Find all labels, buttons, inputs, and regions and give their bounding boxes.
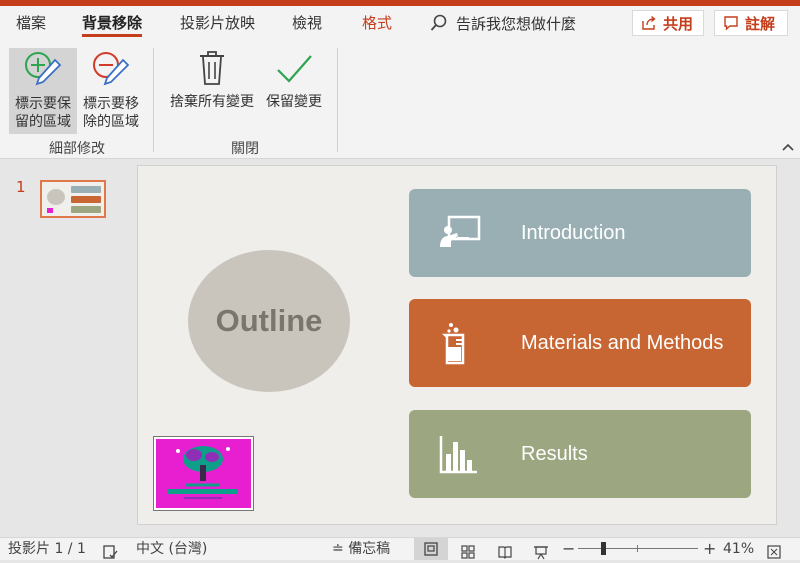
group-separator xyxy=(337,48,338,152)
slide-thumbnail[interactable] xyxy=(40,180,106,218)
share-label: 共用 xyxy=(663,14,694,33)
search-icon xyxy=(430,14,447,31)
thumbnail-preview xyxy=(47,186,101,213)
notes-label: 備忘稿 xyxy=(348,541,391,557)
comments-label: 註解 xyxy=(745,14,776,33)
normal-view-button[interactable] xyxy=(414,538,448,560)
zoom-slider-thumb[interactable] xyxy=(600,542,606,555)
card-results[interactable]: Results xyxy=(409,410,751,498)
mark-remove-line2: 除的區域 xyxy=(83,114,139,130)
outline-title: Outline xyxy=(215,303,323,338)
tab-view[interactable]: 檢視 xyxy=(292,6,322,40)
normal-view-icon xyxy=(424,542,438,556)
slide-info: 投影片 1 / 1 xyxy=(8,541,86,557)
mark-areas-to-keep-button[interactable]: 標示要保 留的區域 xyxy=(9,48,77,134)
comment-icon xyxy=(724,16,738,31)
keep-label: 保留變更 xyxy=(266,94,322,110)
share-icon xyxy=(642,15,656,30)
card-materials-methods[interactable]: Materials and Methods xyxy=(409,299,751,387)
spelling-check-icon[interactable] xyxy=(102,541,118,563)
share-button[interactable]: 共用 xyxy=(632,10,704,36)
language-indicator[interactable]: 中文 (台灣) xyxy=(136,538,207,560)
slide-number: 1 xyxy=(16,178,26,196)
zoom-center-tick xyxy=(637,545,638,552)
zoom-in-button[interactable]: + xyxy=(703,538,716,560)
pencil-plus-icon xyxy=(25,52,62,86)
group-separator xyxy=(153,48,154,152)
mark-remove-line1: 標示要移 xyxy=(83,96,139,112)
trash-icon xyxy=(200,51,224,85)
comments-button[interactable]: 註解 xyxy=(714,10,788,36)
discard-label: 捨棄所有變更 xyxy=(170,94,254,110)
tell-me-text: 告訴我您想做什麼 xyxy=(456,14,577,33)
pencil-minus-icon xyxy=(93,52,130,86)
card-introduction-label: Introduction xyxy=(521,222,626,244)
zoom-slider[interactable] xyxy=(578,542,698,555)
logo-image[interactable] xyxy=(156,439,251,508)
keep-changes-button[interactable]: 保留變更 xyxy=(262,48,326,118)
notes-button[interactable]: ≐ 備忘稿 xyxy=(332,538,390,560)
ribbon: 標示要保 留的區域 標示要移 除的區域 細部修改 捨棄所有變更 保留變更 關閉 xyxy=(0,40,800,159)
card-introduction[interactable]: Introduction xyxy=(409,189,751,277)
bar-chart-icon xyxy=(439,436,477,474)
reading-view-icon[interactable] xyxy=(497,541,513,563)
card-results-label: Results xyxy=(521,443,588,465)
slideshow-icon[interactable] xyxy=(533,541,549,563)
tell-me-search[interactable]: 告訴我您想做什麼 xyxy=(430,6,576,40)
beaker-icon xyxy=(441,323,465,365)
card-materials-methods-label: Materials and Methods xyxy=(521,332,724,354)
mark-keep-line1: 標示要保 xyxy=(15,96,71,112)
logo-tree-graphic xyxy=(168,446,238,499)
zoom-level[interactable]: 41% xyxy=(723,538,754,560)
tab-file[interactable]: 檔案 xyxy=(16,6,46,40)
tab-format[interactable]: 格式 xyxy=(362,6,392,40)
fit-to-window-icon[interactable] xyxy=(766,541,782,563)
close-group-label: 關閉 xyxy=(231,141,259,157)
mark-keep-line2: 留的區域 xyxy=(15,114,71,130)
notes-icon: ≐ xyxy=(332,541,344,557)
refine-group-label: 細部修改 xyxy=(49,141,105,157)
presentation-icon xyxy=(440,215,481,247)
collapse-ribbon-icon[interactable] xyxy=(781,140,795,154)
discard-all-changes-button[interactable]: 捨棄所有變更 xyxy=(166,48,258,118)
mark-areas-to-remove-button[interactable]: 標示要移 除的區域 xyxy=(79,48,143,134)
tab-background-removal[interactable]: 背景移除 xyxy=(82,6,143,40)
slide-sorter-icon[interactable] xyxy=(460,541,476,563)
checkmark-icon xyxy=(277,55,312,83)
status-bar: 投影片 1 / 1 中文 (台灣) ≐ 備忘稿 − + 41% xyxy=(0,537,800,560)
zoom-out-button[interactable]: − xyxy=(562,538,575,560)
tab-slideshow[interactable]: 投影片放映 xyxy=(180,6,255,40)
